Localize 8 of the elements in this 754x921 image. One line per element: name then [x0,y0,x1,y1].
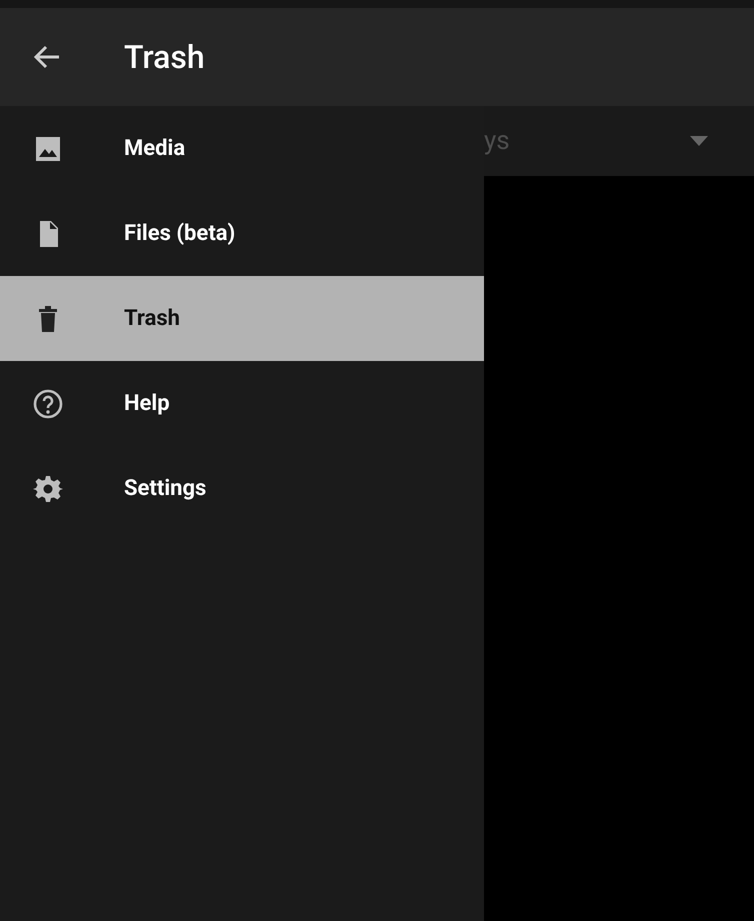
drawer-item[interactable]: Files (beta) [0,191,484,276]
drawer-item[interactable]: Settings [0,446,484,531]
help-icon [32,388,64,420]
drawer-item[interactable]: Help [0,361,484,446]
screen-title: Trash [124,38,205,76]
drawer-item[interactable]: Trash [0,276,484,361]
drawer-item[interactable]: Media [0,106,484,191]
caret-icon [690,136,708,146]
